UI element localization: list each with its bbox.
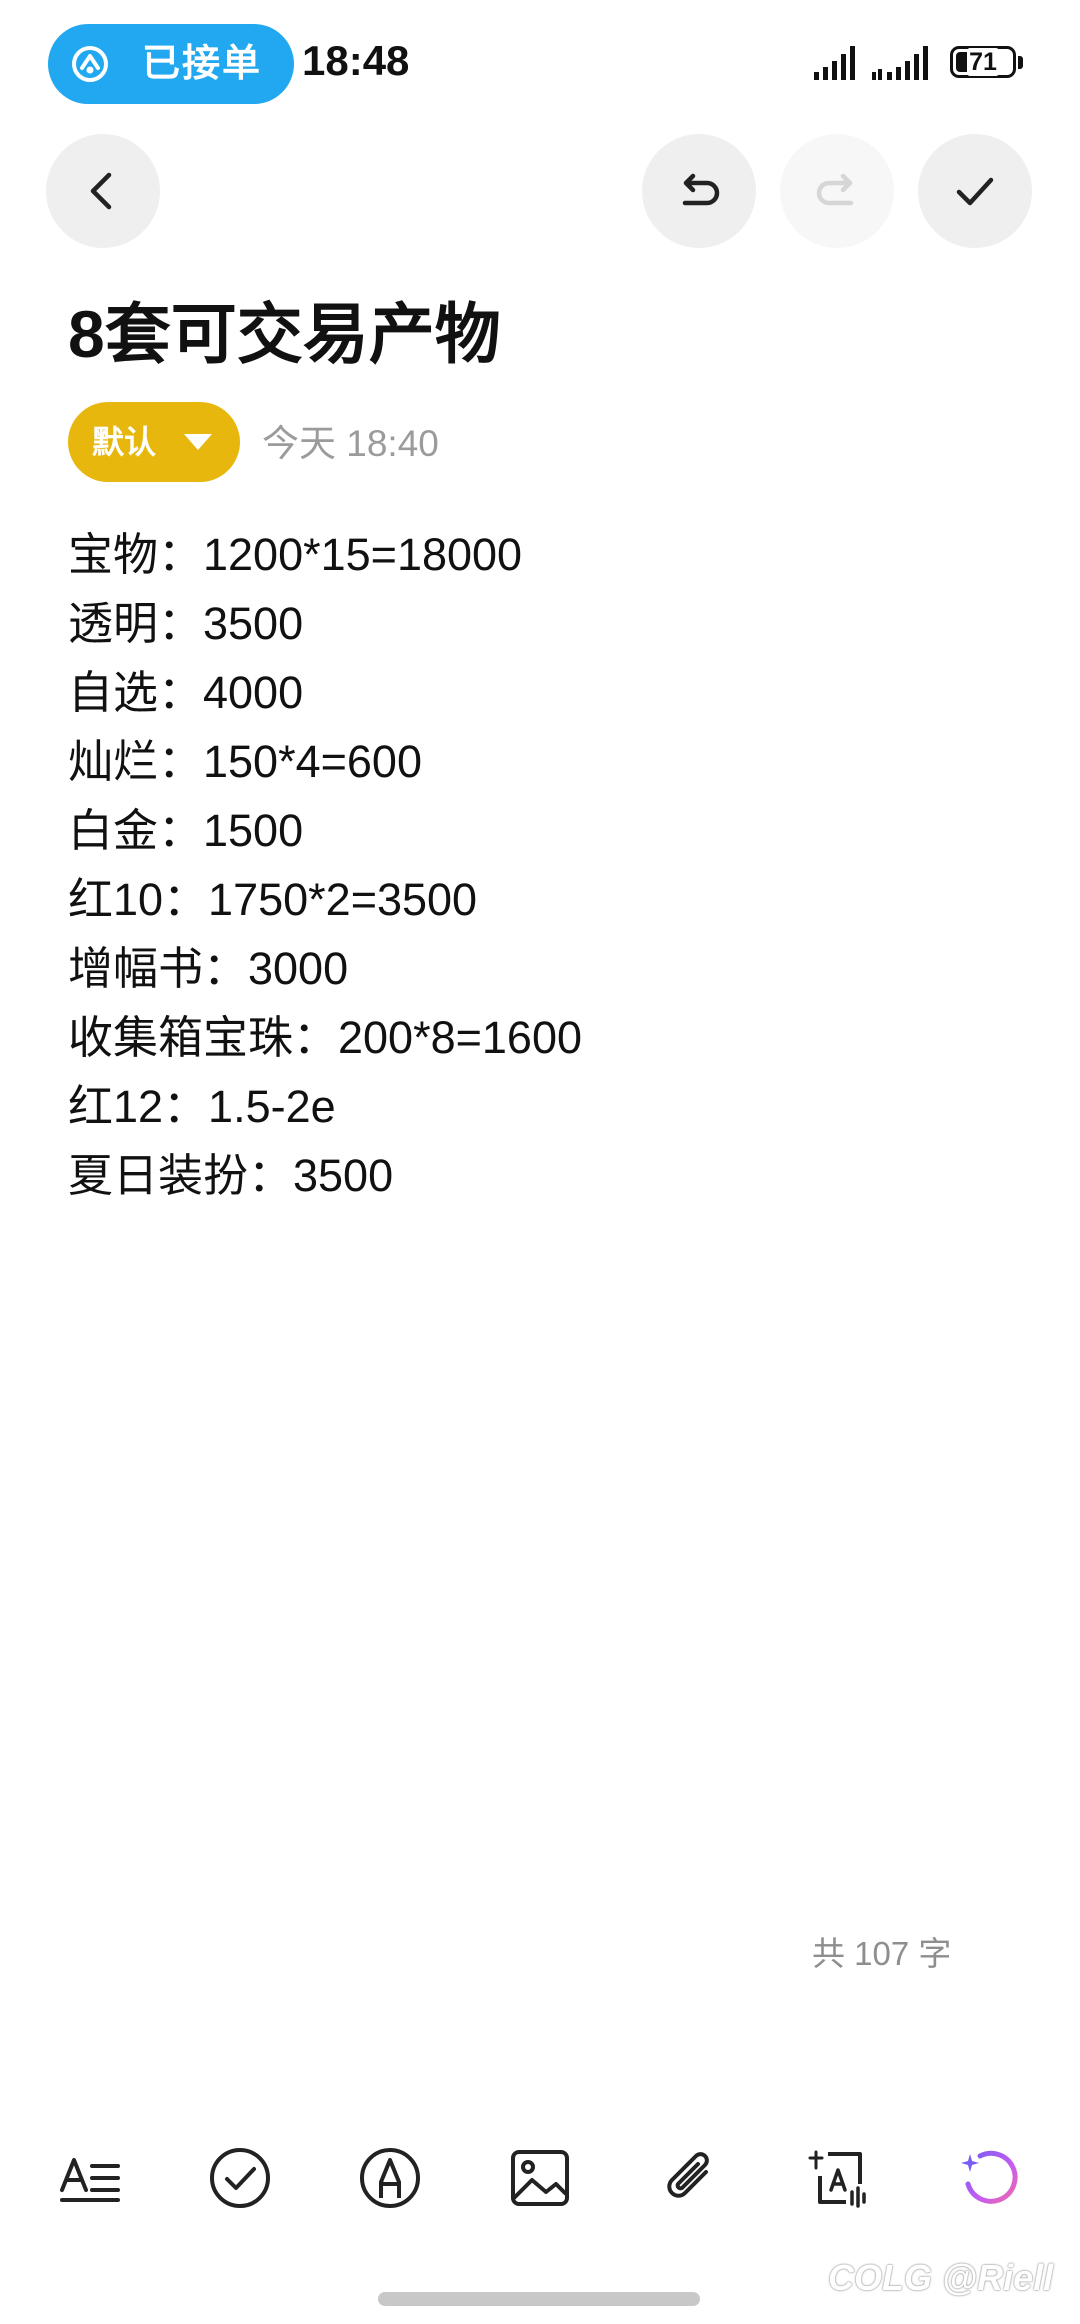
checkbox-circle-icon xyxy=(210,2148,270,2208)
note-timestamp: 今天 18:40 xyxy=(262,423,439,464)
scan-text-icon xyxy=(808,2150,866,2208)
text-format-button[interactable] xyxy=(50,2138,130,2218)
note-line[interactable]: 收集箱宝珠：200*8=1600 xyxy=(68,1003,1008,1072)
text-recognition-button[interactable] xyxy=(800,2138,880,2218)
note-line[interactable]: 宝物：1200*15=18000 xyxy=(68,520,1008,589)
checkmark-icon xyxy=(956,177,994,206)
category-label: 默认 xyxy=(92,424,157,460)
insert-image-button[interactable] xyxy=(500,2138,580,2218)
ai-assistant-button[interactable] xyxy=(950,2138,1030,2218)
caret-down-icon xyxy=(184,434,212,450)
note-line[interactable]: 红12：1.5-2e xyxy=(68,1072,1008,1141)
note-line[interactable]: 透明：3500 xyxy=(68,589,1008,658)
order-status-pill[interactable]: 已接单 xyxy=(48,24,294,104)
note-content[interactable]: 宝物：1200*15=18000 透明：3500 自选：4000 灿烂：150*… xyxy=(68,520,1008,1210)
battery-level-text: 71 xyxy=(967,48,999,76)
signal-strength-sim2-icon xyxy=(872,46,928,80)
text-format-icon xyxy=(60,2158,120,2202)
word-count: 共 107 字 xyxy=(812,1935,952,1972)
pen-nib-icon xyxy=(360,2148,420,2208)
chevron-left-icon xyxy=(90,172,112,210)
done-button[interactable] xyxy=(918,134,1032,248)
note-line[interactable]: 增幅书：3000 xyxy=(68,934,1008,1003)
note-line[interactable]: 夏日装扮：3500 xyxy=(68,1141,1008,1210)
order-status-text: 已接单 xyxy=(142,43,263,85)
undo-button[interactable] xyxy=(642,134,756,248)
note-line[interactable]: 灿烂：150*4=600 xyxy=(68,727,1008,796)
note-line[interactable]: 自选：4000 xyxy=(68,658,1008,727)
ai-sparkle-icon xyxy=(961,2150,1018,2204)
paperclip-icon xyxy=(667,2152,709,2198)
category-dropdown[interactable]: 默认 xyxy=(68,402,240,482)
battery-indicator: 71 xyxy=(950,46,1030,82)
attachment-button[interactable] xyxy=(650,2138,730,2218)
undo-icon xyxy=(682,173,720,206)
signal-strength-icon xyxy=(814,46,855,80)
handwriting-button[interactable] xyxy=(350,2138,430,2218)
status-time: 18:48 xyxy=(302,37,410,84)
redo-icon xyxy=(816,173,854,206)
redo-button[interactable] xyxy=(780,134,894,248)
back-button[interactable] xyxy=(46,134,160,248)
note-title[interactable]: 8套可交易产物 xyxy=(68,294,501,374)
note-line[interactable]: 白金：1500 xyxy=(68,796,1008,865)
watermark: COLG @Riell xyxy=(828,2257,1054,2298)
note-line[interactable]: 红10：1750*2=3500 xyxy=(68,865,1008,934)
checklist-button[interactable] xyxy=(200,2138,280,2218)
delivery-scooter-icon xyxy=(72,46,108,82)
image-icon xyxy=(511,2150,569,2206)
home-indicator[interactable] xyxy=(378,2292,700,2306)
notes-editor-screen: 已接单 18:48 71 8套可交易产物 默认 今天 18:40 宝物：1200… xyxy=(0,0,1080,2324)
battery-nub xyxy=(1018,56,1023,69)
